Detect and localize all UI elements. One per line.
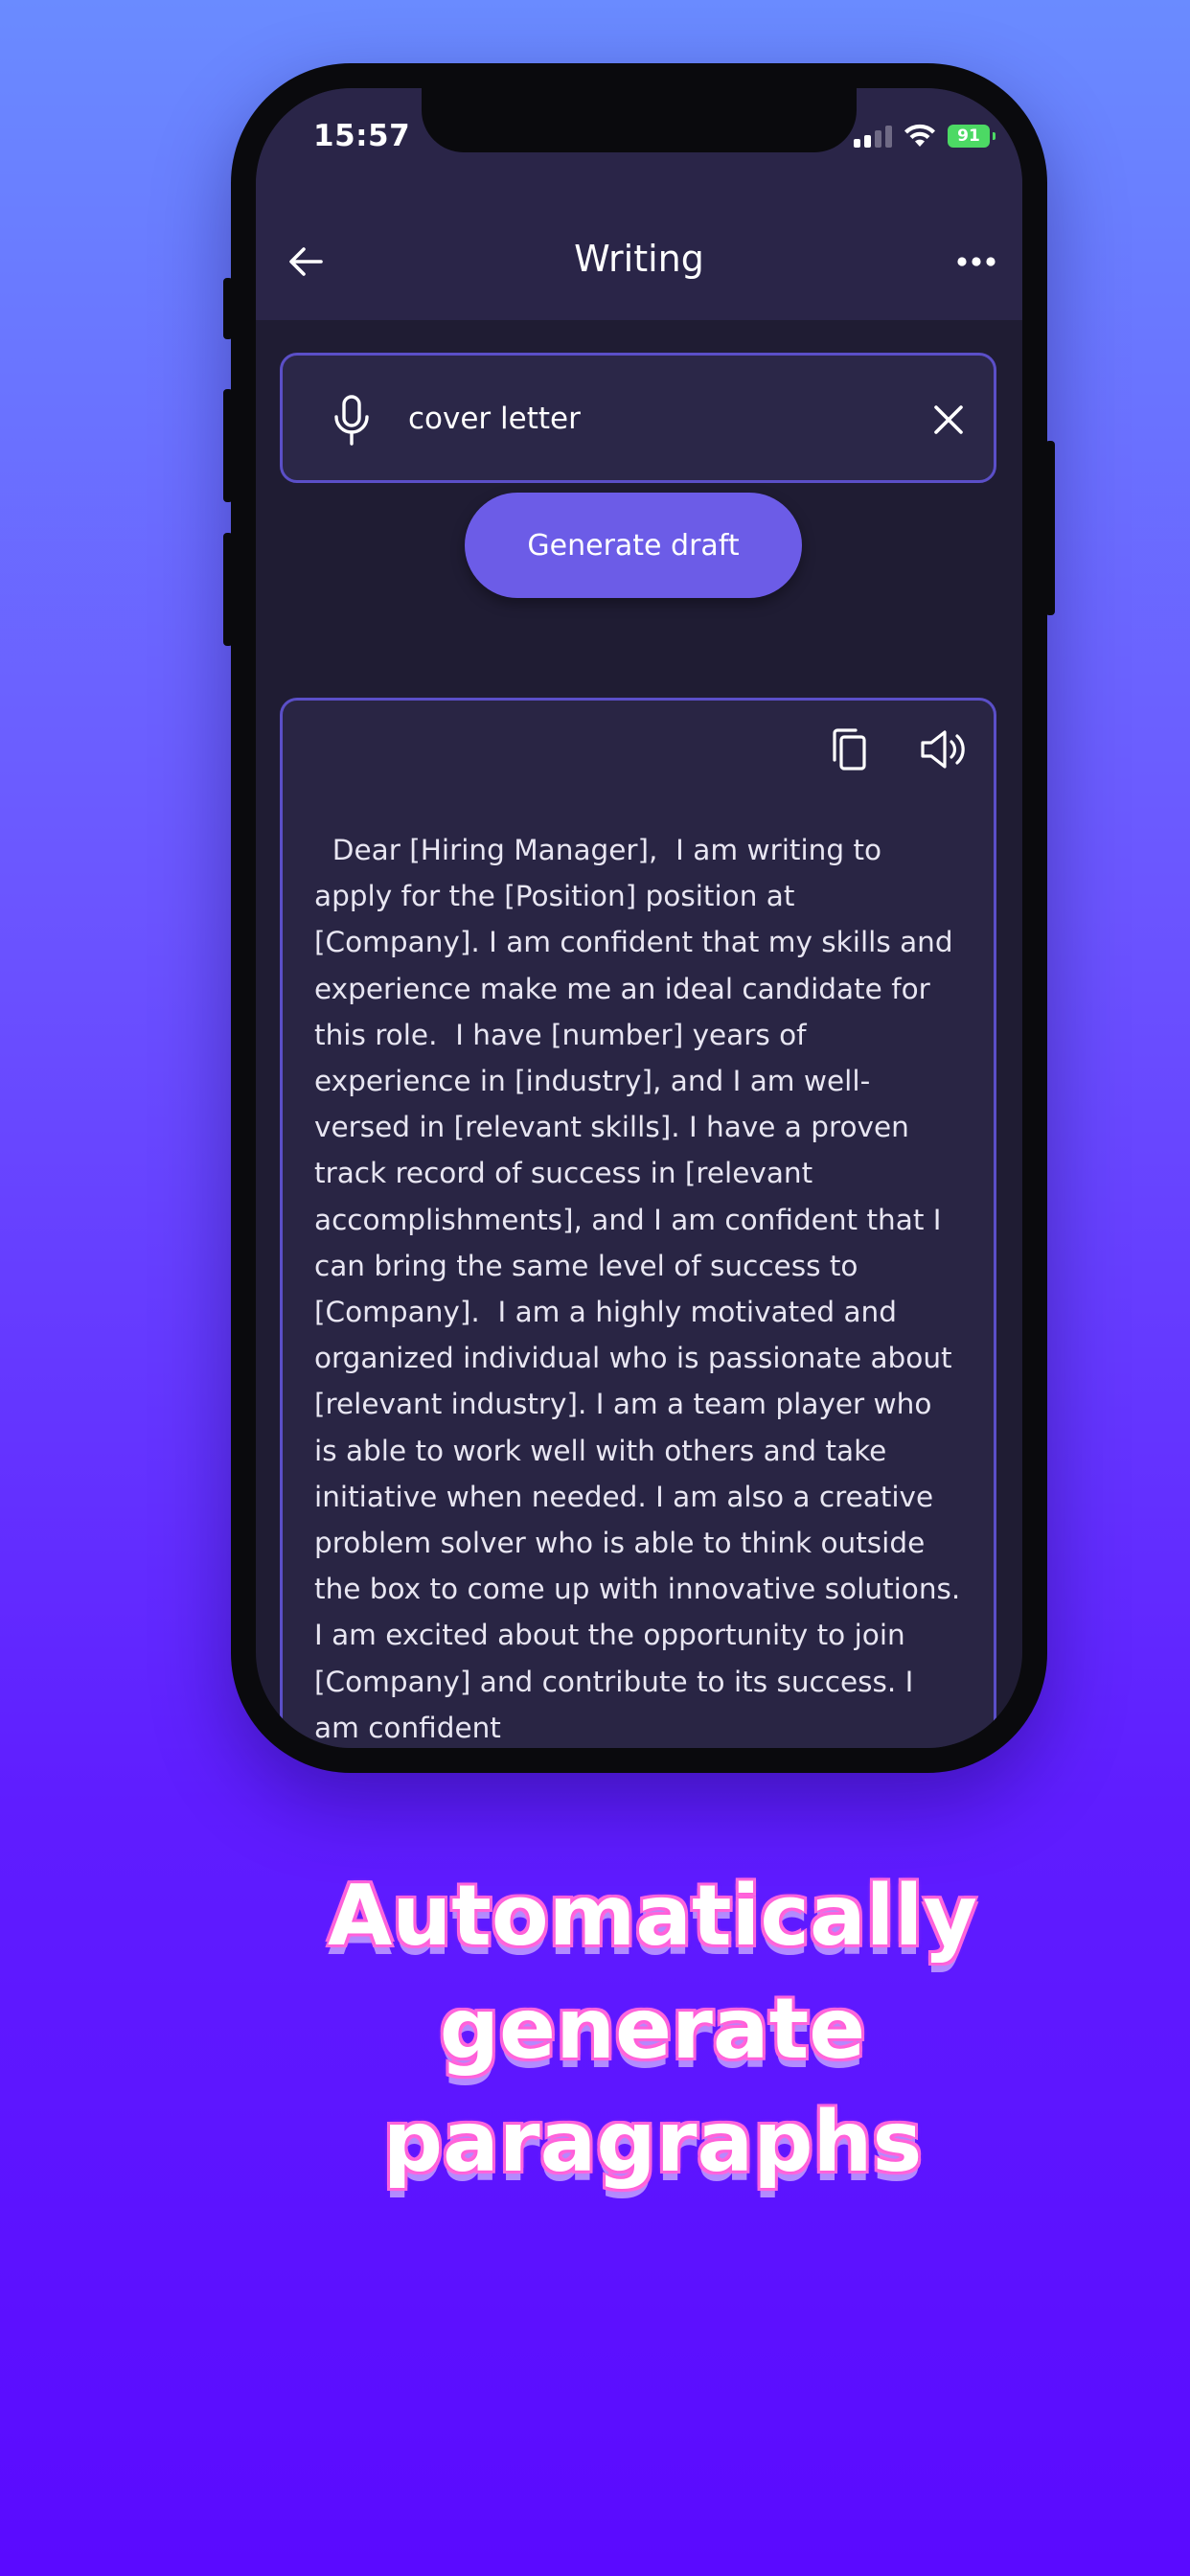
status-icons: 91 bbox=[854, 124, 995, 149]
power-button bbox=[1045, 441, 1055, 615]
generate-draft-button[interactable]: Generate draft bbox=[465, 493, 802, 598]
prompt-input[interactable] bbox=[408, 402, 868, 436]
nav-bar: Writing bbox=[256, 203, 1022, 320]
wifi-icon bbox=[904, 124, 935, 147]
generated-text: Dear [Hiring Manager], I am writing to a… bbox=[314, 834, 979, 1744]
microphone-icon[interactable] bbox=[331, 394, 373, 448]
copy-icon[interactable] bbox=[829, 727, 869, 771]
prompt-input-container bbox=[280, 353, 996, 483]
battery-indicator: 91 bbox=[948, 125, 995, 148]
phone-screen: 15:57 91 Writing cover letter Generate d… bbox=[256, 88, 1022, 1748]
result-card: Dear [Hiring Manager], I am writing to a… bbox=[280, 698, 996, 1748]
volume-up-button bbox=[223, 389, 233, 502]
status-time: 15:57 bbox=[313, 119, 411, 153]
page-title: Writing bbox=[574, 238, 704, 280]
mute-switch bbox=[223, 278, 233, 339]
more-horizontal-icon[interactable] bbox=[953, 241, 999, 283]
headline-line-2: paragraphs bbox=[382, 2093, 923, 2191]
volume-down-button bbox=[223, 533, 233, 646]
notch bbox=[422, 88, 857, 152]
speaker-icon[interactable] bbox=[919, 727, 971, 771]
promo-headline: Automatically generate paragraphs bbox=[115, 1859, 1190, 2198]
cellular-signal-icon bbox=[854, 125, 892, 148]
phone-mockup: 15:57 91 Writing cover letter Generate d… bbox=[223, 63, 1055, 1773]
close-icon[interactable] bbox=[932, 403, 965, 436]
headline-line-1: Automatically generate bbox=[327, 1867, 978, 2078]
